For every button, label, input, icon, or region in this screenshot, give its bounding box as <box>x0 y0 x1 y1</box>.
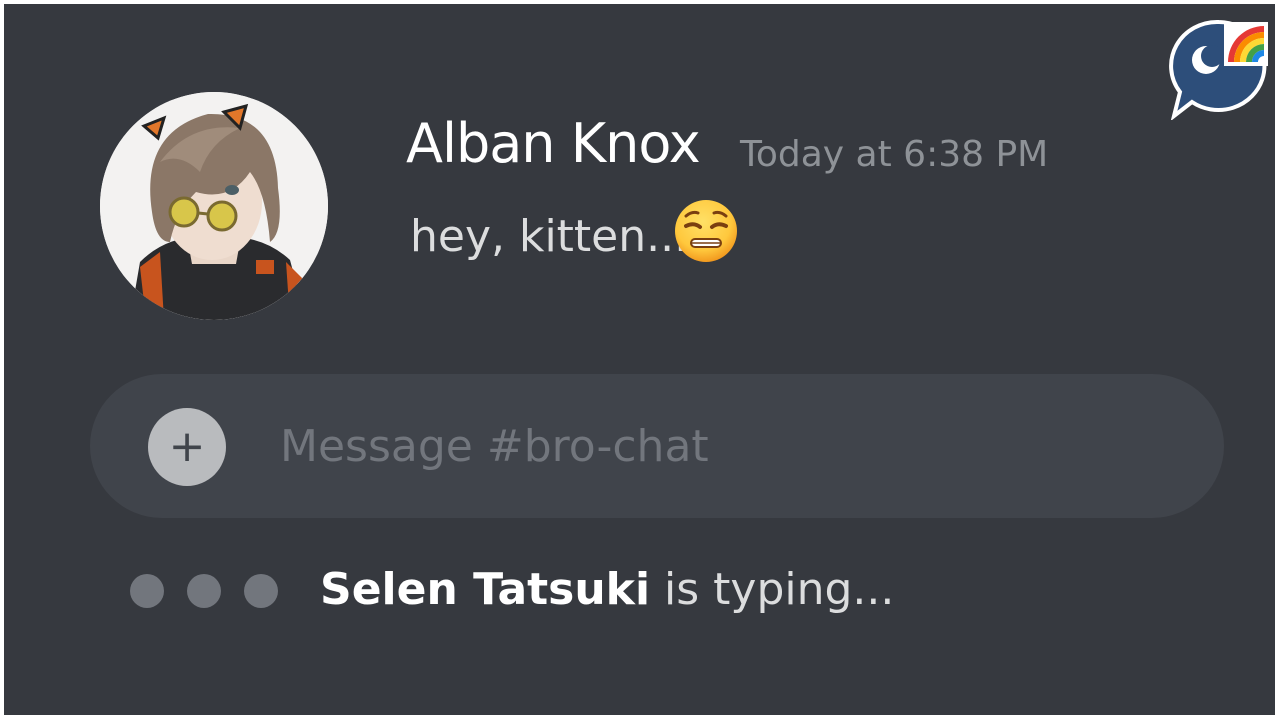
avatar[interactable] <box>100 92 328 320</box>
typing-dot-icon <box>187 574 221 608</box>
message-input[interactable] <box>280 410 1160 482</box>
message-composer: + <box>90 374 1224 518</box>
typing-text: Selen Tatsuki is typing... <box>320 564 894 615</box>
message-timestamp: Today at 6:38 PM <box>740 134 1049 175</box>
message-author[interactable]: Alban Knox <box>406 112 701 175</box>
add-attachment-button[interactable]: + <box>148 408 226 486</box>
message-text: hey, kitten... <box>410 211 689 262</box>
typing-suffix: is typing... <box>650 564 895 615</box>
chat-window: Alban Knox Today at 6:38 PM hey, kitten.… <box>4 4 1275 715</box>
typing-user: Selen Tatsuki <box>320 564 651 615</box>
chat-bubble-logo-icon <box>1169 19 1268 120</box>
weary-face-emoji-icon <box>675 200 737 262</box>
avatar-illustration <box>100 92 328 320</box>
typing-dot-icon <box>130 574 164 608</box>
typing-dot-icon <box>244 574 278 608</box>
